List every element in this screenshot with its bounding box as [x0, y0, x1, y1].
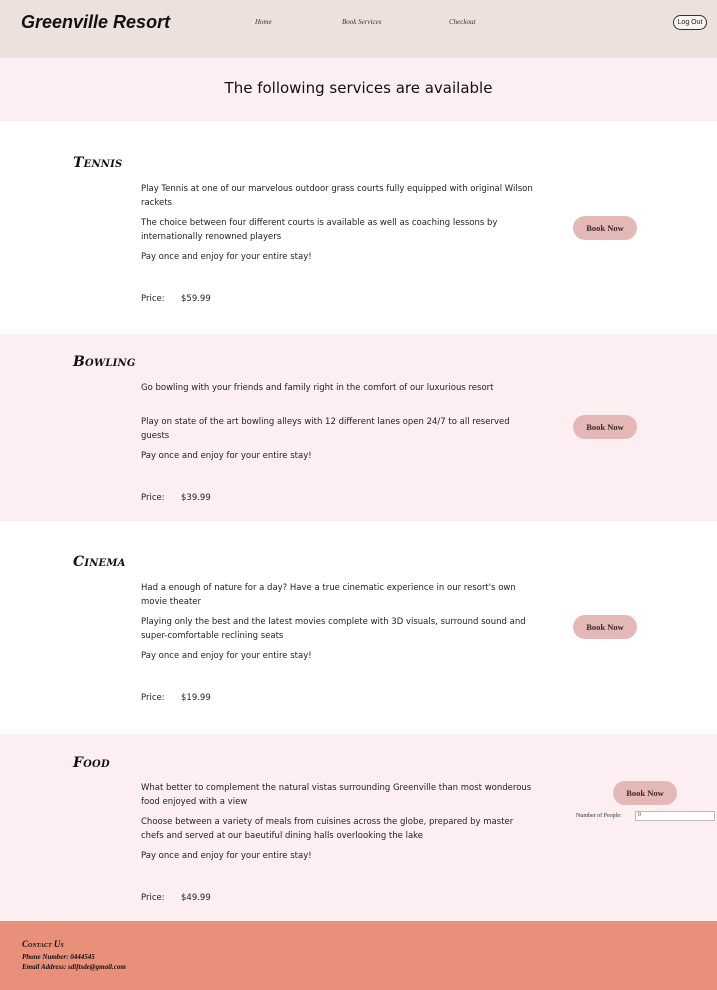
service-section-tennis: Tennis Play Tennis at one of our marvelo…	[0, 121, 717, 334]
page-heading: The following services are available	[224, 79, 493, 97]
service-description: Pay once and enjoy for your entire stay!	[141, 252, 312, 262]
service-description: Play Tennis at one of our marvelous outd…	[141, 184, 533, 208]
service-description: Pay once and enjoy for your entire stay!	[141, 651, 312, 661]
price-value: $39.99	[181, 493, 211, 503]
service-title: Food	[73, 755, 110, 771]
price-value: $59.99	[181, 294, 211, 304]
service-title: Tennis	[73, 155, 123, 171]
service-description: What better to complement the natural vi…	[141, 783, 532, 807]
service-description: Playing only the best and the latest mov…	[141, 617, 526, 641]
number-of-people-input[interactable]: 0	[635, 811, 715, 821]
heading-band: The following services are available	[0, 58, 717, 121]
book-now-button-food[interactable]: Book Now	[613, 781, 677, 805]
book-now-button-bowling[interactable]: Book Now	[573, 415, 637, 439]
service-description: Go bowling with your friends and family …	[141, 383, 494, 393]
service-section-cinema: Cinema Had a enough of nature for a day?…	[0, 521, 717, 734]
service-section-food: Food What better to complement the natur…	[0, 734, 717, 921]
service-description: Choose between a variety of meals from c…	[141, 817, 514, 841]
service-description: Pay once and enjoy for your entire stay!	[141, 851, 312, 861]
nav-link-checkout[interactable]: Checkout	[449, 18, 475, 26]
service-description: The choice between four different courts…	[141, 218, 498, 242]
service-section-bowling: Bowling Go bowling with your friends and…	[0, 334, 717, 521]
brand-title[interactable]: Greenville Resort	[21, 12, 170, 33]
footer-phone: Phone Number: 0444545	[22, 953, 95, 961]
book-now-button-cinema[interactable]: Book Now	[573, 615, 637, 639]
nav-link-home[interactable]: Home	[255, 18, 272, 26]
service-description: Had a enough of nature for a day? Have a…	[141, 583, 516, 607]
price-value: $49.99	[181, 893, 211, 903]
price-label: Price:	[141, 693, 165, 703]
service-title: Bowling	[73, 354, 136, 370]
service-title: Cinema	[73, 554, 126, 570]
service-description: Pay once and enjoy for your entire stay!	[141, 451, 312, 461]
navbar: Greenville Resort Home Book Services Che…	[0, 0, 717, 58]
footer-email: Email Address: sdiftsde@gmail.com	[22, 963, 126, 971]
nav-link-book-services[interactable]: Book Services	[342, 18, 381, 26]
footer-contact-title: Contact Us	[22, 939, 64, 949]
price-label: Price:	[141, 893, 165, 903]
footer: Contact Us Phone Number: 0444545 Email A…	[0, 921, 717, 990]
book-now-button-tennis[interactable]: Book Now	[573, 216, 637, 240]
logout-button[interactable]: Log Out	[673, 15, 707, 30]
price-value: $19.99	[181, 693, 211, 703]
service-description: Play on state of the art bowling alleys …	[141, 417, 510, 441]
price-label: Price:	[141, 493, 165, 503]
number-of-people-label: Number of People:	[576, 813, 622, 819]
price-label: Price:	[141, 294, 165, 304]
